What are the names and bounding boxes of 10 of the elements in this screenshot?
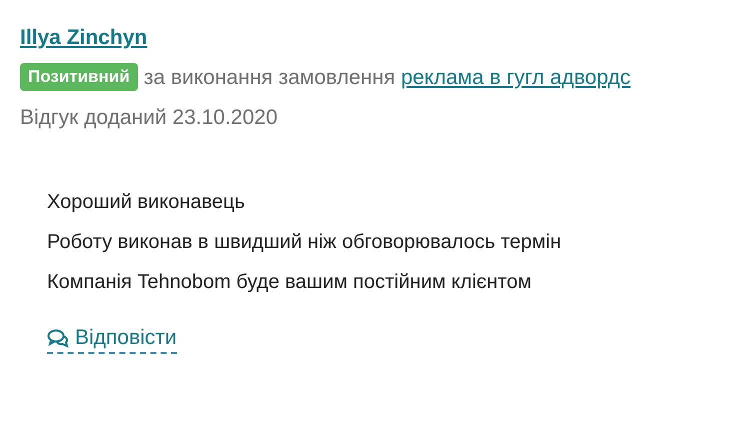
review-text-line: Хороший виконавець: [47, 190, 246, 215]
rating-badge: Позитивний: [20, 63, 138, 91]
review-text-line: Компанія Tehnobom буде вашим постійним клієнтом: [47, 270, 532, 295]
review-text-line: Роботу виконав в швидший ніж обговорювалось термін: [47, 230, 562, 255]
chat-bubbles-icon: [47, 328, 69, 348]
order-text: за виконання замовлення: [144, 66, 396, 89]
reply-link[interactable]: Відповісти: [47, 324, 177, 354]
author-link[interactable]: Illya Zinchyn: [20, 26, 148, 49]
review-date: Відгук доданий 23.10.2020: [20, 105, 279, 131]
order-link[interactable]: реклама в гугл адвордс: [400, 66, 631, 89]
